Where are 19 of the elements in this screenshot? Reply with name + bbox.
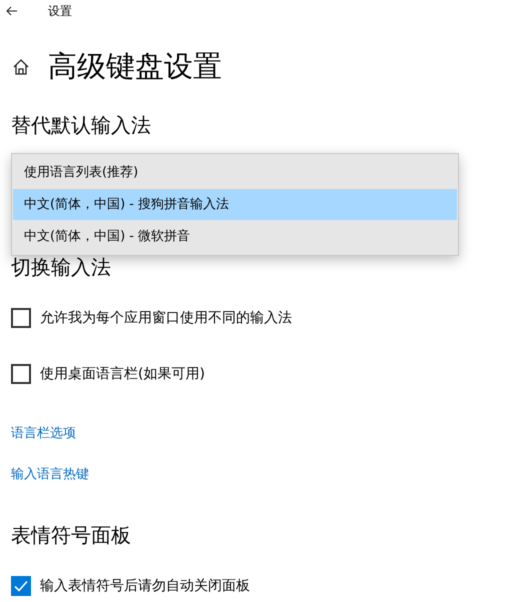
settings-link[interactable]: 语言栏选项 xyxy=(11,424,76,444)
checkmark-icon xyxy=(13,578,29,594)
dropdown-option[interactable]: 中文(简体，中国) - 搜狗拼音输入法 xyxy=(13,189,457,220)
page-title: 高级键盘设置 xyxy=(48,48,222,86)
settings-link[interactable]: 输入语言热键 xyxy=(11,464,89,484)
dropdown-option[interactable]: 使用语言列表(推荐) xyxy=(13,157,457,188)
checkbox-label: 输入表情符号后请勿自动关闭面板 xyxy=(40,576,250,596)
section-heading: 切换输入法 xyxy=(11,254,112,281)
checkbox-label: 使用桌面语言栏(如果可用) xyxy=(40,364,205,384)
checkbox[interactable] xyxy=(11,364,31,384)
section-heading: 表情符号面板 xyxy=(11,522,132,549)
checkbox[interactable] xyxy=(11,308,31,328)
window-title: 设置 xyxy=(48,3,72,20)
section-heading: 替代默认输入法 xyxy=(11,112,152,139)
checkbox-label: 允许我为每个应用窗口使用不同的输入法 xyxy=(40,308,292,328)
dropdown-option[interactable]: 中文(简体，中国) - 微软拼音 xyxy=(13,221,457,252)
home-icon[interactable] xyxy=(12,58,30,76)
checkbox[interactable] xyxy=(11,576,31,596)
back-arrow-icon[interactable] xyxy=(6,6,18,16)
